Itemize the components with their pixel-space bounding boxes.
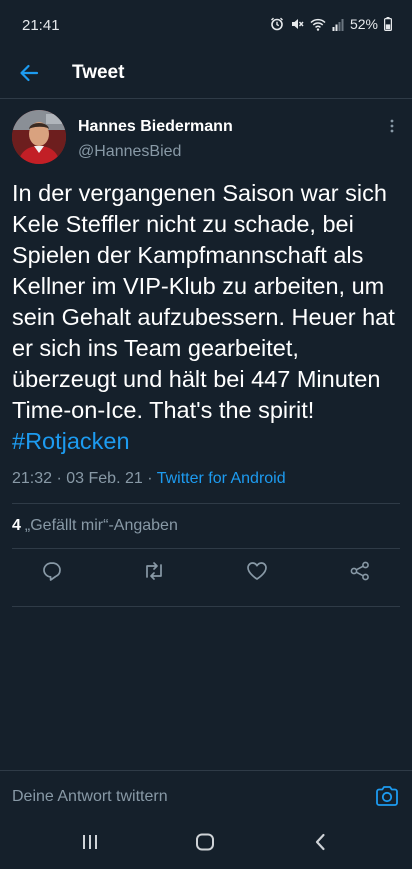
- like-icon: [246, 561, 268, 586]
- back-nav-icon: [314, 833, 326, 856]
- avatar[interactable]: [12, 110, 66, 164]
- camera-button[interactable]: [374, 784, 400, 808]
- more-vertical-icon: [390, 119, 394, 138]
- tweet-timestamp: 21:32 · 03 Feb. 21 ·: [12, 470, 157, 487]
- author-handle[interactable]: @HannesBied: [78, 143, 181, 161]
- battery-percent: 52%: [349, 16, 378, 32]
- reply-icon: [41, 560, 63, 587]
- likes-label: „Gefällt mir“-Angaben: [24, 517, 178, 534]
- tweet-actions: [0, 556, 412, 590]
- reply-input[interactable]: Deine Antwort twittern: [12, 788, 168, 806]
- tweet-body: In der vergangenen Saison war sich Kele …: [12, 180, 395, 423]
- alarm-icon: [270, 17, 284, 31]
- top-bar: Tweet: [0, 52, 412, 99]
- hashtag-link[interactable]: #Rotjacken: [12, 428, 130, 454]
- page-title: Tweet: [72, 62, 125, 83]
- likes-count: 4: [12, 517, 21, 534]
- home-button[interactable]: [190, 832, 220, 856]
- retweet-button[interactable]: [141, 560, 167, 586]
- reply-button[interactable]: [39, 560, 65, 586]
- author-name[interactable]: Hannes Biedermann: [78, 118, 233, 136]
- divider: [12, 503, 400, 504]
- status-bar: 21:41 52%: [0, 0, 412, 52]
- reply-bar: Deine Antwort twittern: [0, 770, 412, 821]
- back-nav-button[interactable]: [305, 832, 335, 856]
- likes-summary[interactable]: 4 „Gefällt mir“-Angaben: [12, 517, 178, 535]
- status-time: 21:41: [22, 17, 60, 34]
- tweet-author: Hannes Biedermann @HannesBied: [12, 110, 402, 168]
- recent-apps-button[interactable]: [75, 832, 105, 856]
- share-button[interactable]: [347, 560, 373, 586]
- status-icons: 52%: [270, 16, 392, 32]
- wifi-icon: [310, 18, 326, 31]
- like-button[interactable]: [244, 560, 270, 586]
- home-icon: [195, 833, 215, 856]
- mute-icon: [290, 17, 304, 31]
- tweet-client-link[interactable]: Twitter for Android: [157, 470, 286, 487]
- tweet-meta: 21:32 · 03 Feb. 21 · Twitter for Android: [12, 470, 286, 488]
- back-arrow-icon: [19, 64, 39, 87]
- retweet-icon: [142, 560, 166, 587]
- battery-icon: [384, 17, 392, 31]
- divider: [12, 548, 400, 549]
- system-nav-bar: [0, 820, 412, 869]
- share-icon: [349, 560, 371, 587]
- tweet-text: In der vergangenen Saison war sich Kele …: [12, 178, 404, 457]
- camera-icon: [374, 786, 400, 812]
- divider: [12, 606, 400, 607]
- signal-icon: [332, 18, 344, 31]
- recent-apps-icon: [81, 834, 99, 855]
- back-button[interactable]: [14, 60, 44, 90]
- more-options-button[interactable]: [382, 116, 402, 140]
